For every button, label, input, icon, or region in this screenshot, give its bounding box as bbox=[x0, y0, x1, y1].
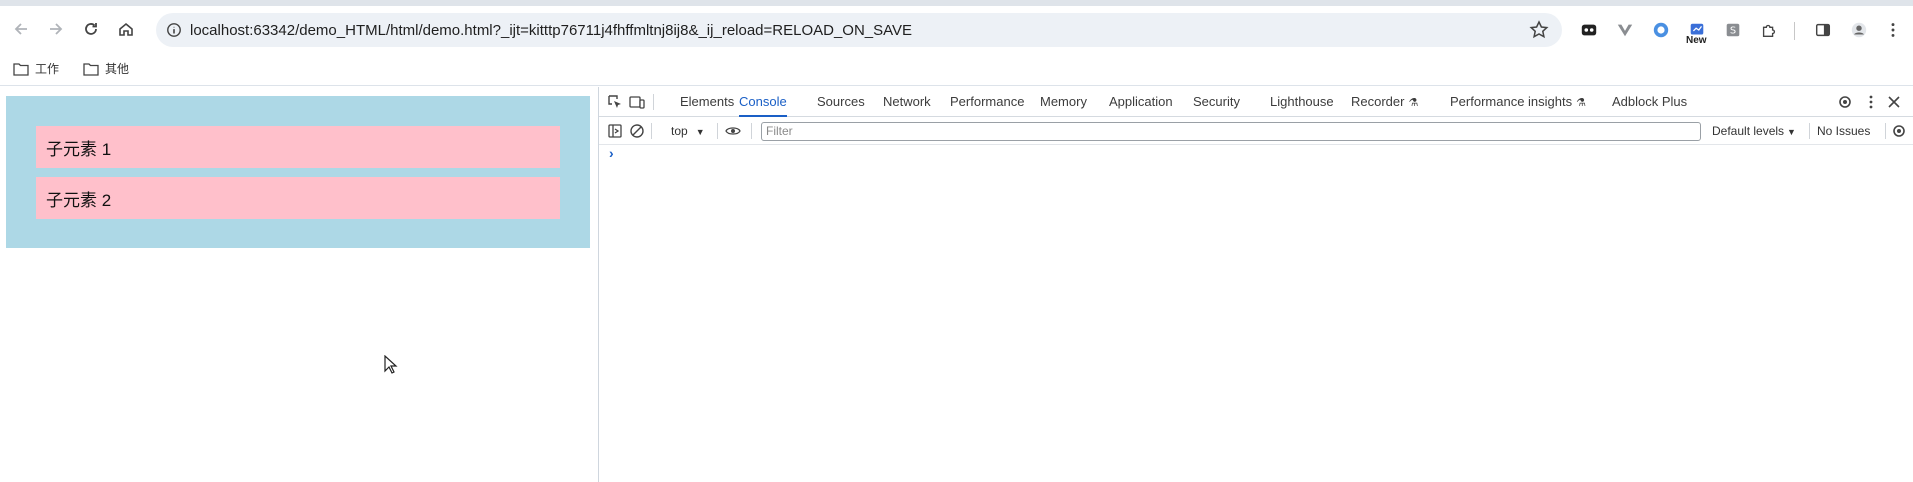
browser-toolbar: localhost:63342/demo_HTML/html/demo.html… bbox=[0, 6, 1913, 52]
inspect-element-icon[interactable] bbox=[607, 94, 623, 110]
tab-security[interactable]: Security bbox=[1193, 87, 1240, 117]
page-viewport: 子元素 1 子元素 2 bbox=[0, 87, 598, 482]
tab-adblock-plus[interactable]: Adblock Plus bbox=[1612, 87, 1687, 117]
eye-icon[interactable] bbox=[725, 123, 741, 139]
dropdown-arrow-icon: ▼ bbox=[1787, 127, 1796, 137]
child-element-1: 子元素 1 bbox=[36, 126, 560, 168]
extensions-puzzle-icon[interactable] bbox=[1759, 20, 1779, 40]
vue-devtools-icon[interactable] bbox=[1615, 20, 1635, 40]
dropdown-arrow-icon: ▼ bbox=[695, 127, 705, 137]
bookmark-folder-other[interactable]: 其他 bbox=[83, 60, 129, 77]
context-label: top bbox=[671, 124, 688, 138]
settings-gear-icon[interactable] bbox=[1837, 94, 1853, 110]
profile-avatar-icon[interactable] bbox=[1849, 20, 1869, 40]
devtools-tab-bar: Elements Console Sources Network Perform… bbox=[599, 87, 1913, 117]
tab-console[interactable]: Console bbox=[739, 87, 787, 117]
home-icon bbox=[119, 22, 133, 36]
toolbar-divider bbox=[653, 94, 654, 110]
home-button[interactable] bbox=[110, 13, 142, 45]
url-text: localhost:63342/demo_HTML/html/demo.html… bbox=[190, 21, 913, 39]
tab-lighthouse[interactable]: Lighthouse bbox=[1270, 87, 1334, 117]
extension-icon-5[interactable]: S bbox=[1723, 20, 1743, 40]
tab-application[interactable]: Application bbox=[1109, 87, 1173, 117]
tab-recorder[interactable]: Recorder ⚗ bbox=[1351, 87, 1418, 117]
levels-label: Default levels bbox=[1712, 124, 1785, 138]
folder-icon bbox=[83, 62, 99, 76]
filter-input[interactable]: Filter bbox=[761, 122, 1701, 141]
toolbar-divider bbox=[1794, 22, 1795, 40]
chrome-menu-icon[interactable] bbox=[1883, 20, 1903, 40]
issues-counter[interactable]: No Issues bbox=[1817, 124, 1870, 138]
arrow-right-icon bbox=[50, 23, 63, 35]
extension-icon-3[interactable] bbox=[1651, 20, 1671, 40]
tab-elements[interactable]: Elements bbox=[680, 87, 734, 117]
bookmark-label: 工作 bbox=[35, 62, 60, 76]
bookmarks-bar: 工作 其他 bbox=[0, 52, 1913, 86]
toolbar-divider bbox=[1885, 123, 1886, 139]
flask-icon: ⚗ bbox=[1576, 97, 1586, 109]
svg-text:S: S bbox=[1730, 26, 1736, 37]
sidebar-toggle-icon[interactable] bbox=[607, 123, 623, 139]
toolbar-divider bbox=[651, 123, 652, 139]
console-settings-gear-icon[interactable] bbox=[1891, 123, 1907, 139]
reload-button[interactable] bbox=[75, 13, 107, 45]
tab-sources[interactable]: Sources bbox=[817, 87, 865, 117]
more-options-icon[interactable] bbox=[1863, 94, 1879, 110]
clear-console-icon[interactable] bbox=[629, 123, 645, 139]
parent-container: 子元素 1 子元素 2 bbox=[6, 96, 590, 248]
extension-icon-1[interactable] bbox=[1579, 20, 1599, 40]
back-button[interactable] bbox=[5, 13, 37, 45]
toolbar-divider bbox=[717, 123, 718, 139]
toolbar-divider bbox=[1809, 123, 1810, 139]
folder-icon bbox=[13, 62, 29, 76]
address-bar[interactable]: localhost:63342/demo_HTML/html/demo.html… bbox=[156, 13, 1562, 47]
side-panel-icon[interactable] bbox=[1813, 20, 1833, 40]
context-selector[interactable]: top ▼ bbox=[671, 124, 705, 138]
bookmark-label: 其他 bbox=[105, 62, 130, 76]
close-icon[interactable] bbox=[1886, 94, 1902, 110]
tab-network[interactable]: Network bbox=[883, 87, 931, 117]
toolbar-divider bbox=[751, 123, 752, 139]
tab-performance-insights[interactable]: Performance insights ⚗ bbox=[1450, 87, 1586, 117]
reload-icon bbox=[85, 23, 97, 35]
devtools-panel: Elements Console Sources Network Perform… bbox=[598, 87, 1913, 482]
tab-performance[interactable]: Performance bbox=[950, 87, 1024, 117]
bookmark-star-icon[interactable] bbox=[1528, 19, 1550, 41]
tab-label: Performance insights bbox=[1450, 94, 1573, 109]
log-levels-dropdown[interactable]: Default levels ▼ bbox=[1712, 124, 1796, 138]
forward-button[interactable] bbox=[40, 13, 72, 45]
site-info-icon[interactable] bbox=[160, 16, 188, 44]
child-element-2: 子元素 2 bbox=[36, 177, 560, 219]
device-toolbar-icon[interactable] bbox=[629, 94, 645, 110]
flask-icon: ⚗ bbox=[1408, 97, 1419, 109]
tab-memory[interactable]: Memory bbox=[1040, 87, 1087, 117]
console-prompt[interactable]: › bbox=[609, 145, 614, 161]
mouse-cursor-icon bbox=[384, 355, 398, 374]
arrow-left-icon bbox=[14, 23, 27, 35]
new-badge: New bbox=[1686, 35, 1707, 46]
bookmark-folder-work[interactable]: 工作 bbox=[13, 60, 59, 77]
tab-label: Recorder bbox=[1351, 94, 1405, 109]
console-toolbar: top ▼ Filter Default levels ▼ No Issues bbox=[599, 117, 1913, 145]
